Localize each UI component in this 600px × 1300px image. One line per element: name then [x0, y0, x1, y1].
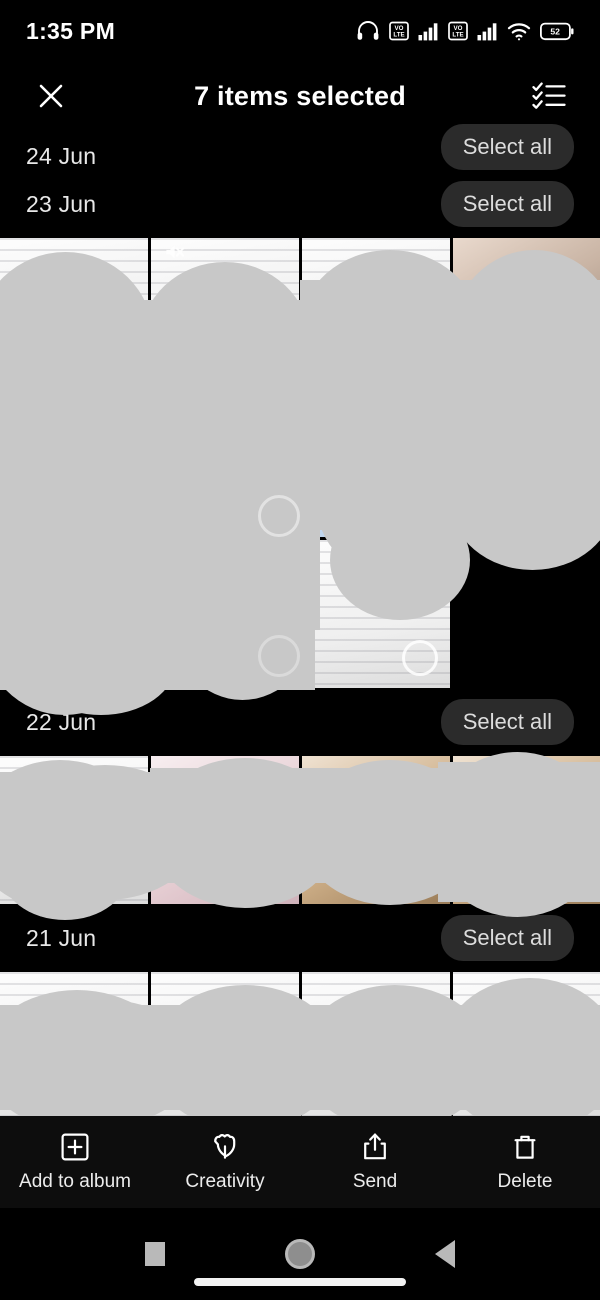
battery-icon: 52 [540, 22, 574, 40]
close-selection-button[interactable] [28, 73, 74, 119]
photo-grid-row [0, 238, 600, 386]
tool-label: Delete [497, 1170, 553, 1192]
status-icons: VO LTE VO LTE 52 [356, 20, 574, 42]
check-icon [114, 354, 130, 366]
back-triangle-icon[interactable] [435, 1240, 455, 1268]
svg-text:LTE: LTE [393, 32, 404, 39]
unselected-circle-badge[interactable] [553, 856, 589, 892]
photo-thumbnail[interactable] [453, 389, 600, 537]
photo-thumbnail[interactable] [0, 972, 148, 1120]
close-icon [39, 84, 63, 108]
date-label: 23 Jun [26, 190, 97, 217]
photo-grid-row [0, 756, 600, 904]
checklist-icon [532, 82, 566, 109]
volte-sim2-icon: VO LTE [448, 21, 468, 41]
page-title: 7 items selected [194, 80, 406, 111]
photo-thumbnail[interactable] [302, 972, 450, 1120]
date-section-header: 24 Jun Select all [0, 124, 600, 170]
add-to-album-icon [61, 1132, 89, 1160]
app-bar: 7 items selected [0, 62, 600, 130]
battery-percent-label: 52 [550, 26, 560, 36]
unselected-circle-badge[interactable] [251, 856, 287, 892]
add-to-album-button[interactable]: Add to album [0, 1132, 150, 1193]
delete-button[interactable]: Delete [450, 1132, 600, 1193]
thumbnail-image [151, 972, 299, 1120]
photo-thumbnail[interactable] [151, 389, 299, 537]
date-section-header: 21 Jun Select all [0, 904, 600, 972]
unselected-circle-badge[interactable] [402, 856, 438, 892]
gesture-pill[interactable] [194, 1278, 406, 1286]
photo-thumbnail[interactable] [151, 756, 299, 904]
status-clock: 1:35 PM [26, 17, 116, 44]
photo-grid-row [0, 389, 600, 537]
check-icon [567, 505, 583, 517]
creativity-button[interactable]: Creativity [150, 1132, 300, 1193]
unselected-circle-badge[interactable] [251, 489, 287, 525]
wifi-icon [507, 22, 531, 40]
date-section-header: 22 Jun Select all [0, 688, 600, 756]
home-circle-icon[interactable] [285, 1239, 315, 1269]
photo-thumbnail[interactable] [151, 972, 299, 1120]
photo-thumbnail[interactable] [302, 540, 450, 688]
check-icon [567, 354, 583, 366]
recents-square-icon[interactable] [145, 1242, 165, 1266]
status-bar: 1:35 PM VO LTE VO LTE 52 [0, 0, 600, 62]
signal-sim2-icon [477, 22, 497, 40]
photo-grid-row [0, 972, 600, 1120]
volte-sim1-icon: VO LTE [389, 21, 409, 41]
signal-sim1-icon [418, 22, 438, 40]
tool-label: Send [352, 1170, 398, 1192]
muted-icon [163, 242, 187, 267]
photo-thumbnail[interactable] [151, 540, 299, 688]
select-all-button[interactable]: Select all [440, 181, 574, 227]
photo-thumbnail[interactable] [302, 389, 450, 537]
photo-thumbnail[interactable] [0, 389, 148, 537]
date-label: 24 Jun [26, 143, 97, 169]
selection-mode-button[interactable] [526, 73, 572, 119]
android-nav-bar [0, 1208, 600, 1300]
phone-screen: 1:35 PM VO LTE VO LTE 52 7 items selecte… [0, 0, 600, 1300]
photo-thumbnail[interactable] [302, 756, 450, 904]
photo-thumbnail[interactable] [453, 238, 600, 386]
thumbnail-image [0, 972, 148, 1120]
unselected-circle-badge[interactable] [100, 856, 136, 892]
send-share-icon [364, 1132, 386, 1159]
tool-label: Creativity [185, 1170, 265, 1192]
thumbnail-image [302, 972, 450, 1120]
gallery-scroll-area[interactable]: 24 Jun Select all 23 Jun Select all 22 J… [0, 124, 600, 1136]
edit-icon [422, 395, 442, 420]
selected-check-badge[interactable] [105, 343, 139, 377]
selected-check-badge[interactable] [105, 494, 139, 528]
photo-thumbnail[interactable] [0, 238, 148, 386]
photo-thumbnail[interactable] [151, 238, 299, 386]
svg-text:LTE: LTE [452, 32, 463, 39]
tool-label: Add to album [19, 1170, 131, 1192]
date-section-header: 23 Jun Select all [0, 170, 600, 238]
thumbnail-image [0, 540, 148, 688]
select-all-button[interactable]: Select all [440, 915, 574, 961]
date-label: 21 Jun [26, 924, 97, 951]
thumbnail-image [453, 972, 600, 1120]
photo-thumbnail[interactable] [453, 756, 600, 904]
check-icon [416, 354, 432, 366]
delete-trash-icon [514, 1135, 536, 1159]
send-button[interactable]: Send [300, 1132, 450, 1193]
photo-thumbnail[interactable] [0, 540, 148, 688]
photo-grid-row [0, 540, 600, 688]
thumbnail-image [151, 540, 299, 688]
unselected-circle-badge[interactable] [402, 640, 438, 676]
selected-check-badge[interactable] [407, 343, 441, 377]
creativity-flower-icon [214, 1133, 236, 1159]
headset-icon [357, 21, 379, 40]
check-icon [114, 505, 130, 517]
selection-action-toolbar: Add to album Creativity Send Delete [0, 1116, 600, 1208]
date-label: 22 Jun [26, 708, 97, 735]
select-all-button[interactable]: Select all [440, 699, 574, 745]
photo-thumbnail[interactable] [0, 756, 148, 904]
selected-check-badge[interactable] [558, 494, 592, 528]
photo-thumbnail[interactable] [453, 972, 600, 1120]
selected-check-badge[interactable] [558, 343, 592, 377]
photo-thumbnail[interactable] [302, 238, 450, 386]
select-all-button[interactable]: Select all [440, 124, 574, 170]
